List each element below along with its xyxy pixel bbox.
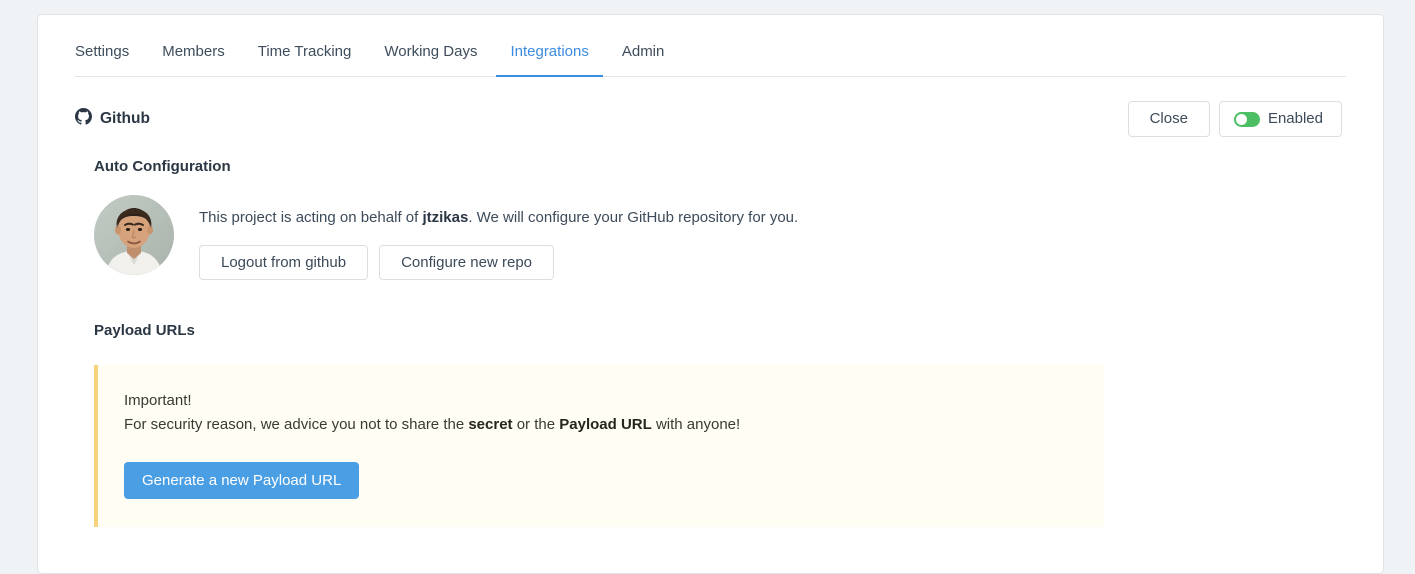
tab-settings[interactable]: Settings — [75, 44, 129, 76]
enabled-toggle-button[interactable]: Enabled — [1218, 101, 1342, 137]
logout-from-github-button[interactable]: Logout from github — [199, 244, 369, 280]
payload-urls-heading: Payload URLs — [94, 321, 195, 339]
enabled-label: Enabled — [1267, 110, 1323, 128]
behalf-prefix: This project is acting on behalf of — [199, 209, 423, 226]
tab-label: Admin — [621, 43, 665, 60]
tab-admin[interactable]: Admin — [622, 44, 665, 76]
behalf-username: jtzikas — [422, 209, 469, 226]
auto-configuration-details: This project is acting on behalf of jtzi… — [199, 195, 798, 280]
notice-bold-payload-url: Payload URL — [559, 415, 652, 433]
tab-label: Settings — [75, 43, 130, 60]
notice-body-middle: or the — [512, 415, 560, 433]
tab-time-tracking[interactable]: Time Tracking — [258, 44, 352, 76]
configure-new-repo-button[interactable]: Configure new repo — [379, 244, 555, 280]
page-root: Settings Members Time Tracking Working D… — [0, 0, 1415, 574]
toggle-knob — [1235, 113, 1247, 125]
github-icon — [75, 108, 92, 130]
tab-label: Members — [162, 43, 225, 60]
behalf-text: This project is acting on behalf of jtzi… — [199, 208, 798, 228]
tab-label: Integrations — [510, 43, 589, 60]
tab-working-days[interactable]: Working Days — [384, 44, 477, 76]
avatar — [94, 195, 174, 275]
integration-header: Github Close Enabled — [75, 101, 1346, 137]
behalf-suffix: . We will configure your GitHub reposito… — [468, 209, 799, 226]
tab-integrations[interactable]: Integrations — [496, 43, 604, 77]
notice-body-prefix: For security reason, we advice you not t… — [124, 415, 469, 433]
integration-header-actions: Close Enabled — [1127, 101, 1342, 137]
tab-label: Time Tracking — [257, 43, 352, 60]
tab-label: Working Days — [384, 43, 478, 60]
notice-bold-secret: secret — [468, 415, 513, 433]
auto-configuration-actions: Logout from github Configure new repo — [199, 244, 798, 280]
toggle-switch[interactable] — [1233, 111, 1260, 127]
integration-name: Github — [100, 110, 150, 127]
generate-payload-url-button[interactable]: Generate a new Payload URL — [124, 461, 360, 499]
security-notice: Important! For security reason, we advic… — [94, 364, 1104, 527]
close-button[interactable]: Close — [1127, 101, 1210, 137]
notice-body-suffix: with anyone! — [651, 415, 741, 433]
notice-title: Important! — [124, 391, 192, 409]
integration-title: Github — [75, 108, 150, 130]
settings-card: Settings Members Time Tracking Working D… — [37, 14, 1384, 574]
tab-members[interactable]: Members — [162, 44, 225, 76]
auto-configuration-block: This project is acting on behalf of jtzi… — [94, 195, 1346, 280]
tab-bar: Settings Members Time Tracking Working D… — [75, 15, 1346, 77]
auto-configuration-heading: Auto Configuration — [94, 158, 231, 175]
notice-body: For security reason, we advice you not t… — [124, 413, 1104, 437]
integration-panel: Github Close Enabled Auto Configuration — [38, 101, 1383, 527]
